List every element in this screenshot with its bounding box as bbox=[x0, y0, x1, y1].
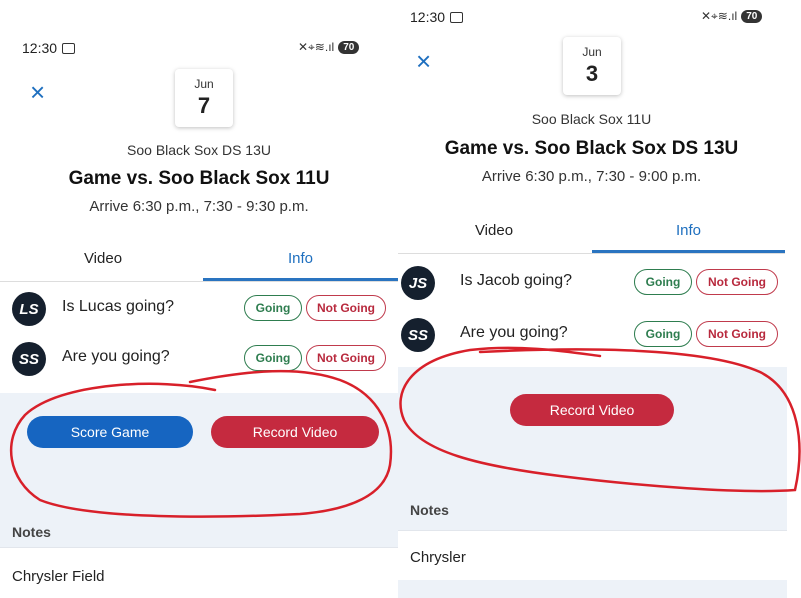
actions-area: Score Game Record Video Notes bbox=[0, 393, 398, 547]
tab-divider bbox=[398, 253, 785, 254]
avatar: SS bbox=[12, 342, 46, 376]
screenshot-icon bbox=[450, 12, 464, 23]
date-day: 3 bbox=[585, 61, 599, 86]
signal-wifi-icons: ✕⌖≋.ıl bbox=[298, 40, 335, 54]
rsvp-row: LS Is Lucas going? Going Not Going bbox=[0, 286, 398, 330]
status-icons: ✕⌖≋.ıl 70 bbox=[298, 40, 360, 55]
tab-bar: Video Info bbox=[398, 210, 801, 254]
status-icons: ✕⌖≋.ıl 70 bbox=[701, 9, 763, 24]
not-going-button[interactable]: Not Going bbox=[696, 269, 778, 295]
rsvp-row: SS Are you going? Going Not Going bbox=[0, 336, 398, 380]
event-time: Arrive 6:30 p.m., 7:30 - 9:30 p.m. bbox=[89, 198, 309, 215]
avatar: JS bbox=[401, 266, 435, 300]
rsvp-question: Is Lucas going? bbox=[62, 298, 175, 315]
going-button[interactable]: Going bbox=[634, 269, 692, 295]
tab-video[interactable]: Video bbox=[398, 210, 590, 250]
rsvp-question: Are you going? bbox=[460, 324, 568, 341]
notes-label: Notes bbox=[12, 524, 51, 540]
not-going-button[interactable]: Not Going bbox=[306, 295, 386, 321]
notes-row: Chrysler Field bbox=[0, 547, 398, 598]
date-month: Jun bbox=[194, 77, 214, 91]
date-card: Jun 7 bbox=[175, 69, 233, 127]
tab-video[interactable]: Video bbox=[8, 238, 198, 278]
notes-row: Chrysler bbox=[398, 530, 787, 581]
right-screenshot: 12:30 ✕⌖≋.ıl 70 × Jun 3 Soo Black Sox 11… bbox=[398, 0, 801, 598]
event-time: Arrive 6:30 p.m., 7:30 - 9:00 p.m. bbox=[481, 168, 702, 185]
not-going-button[interactable]: Not Going bbox=[306, 345, 386, 371]
score-game-button[interactable]: Score Game bbox=[27, 416, 193, 448]
screenshot-icon bbox=[62, 43, 76, 54]
going-button[interactable]: Going bbox=[244, 295, 302, 321]
status-time: 12:30 bbox=[22, 40, 76, 56]
status-time: 12:30 bbox=[410, 9, 464, 25]
date-day: 7 bbox=[197, 93, 211, 118]
going-button[interactable]: Going bbox=[634, 321, 692, 347]
event-title: Game vs. Soo Black Sox 11U bbox=[68, 168, 330, 189]
close-icon[interactable]: × bbox=[416, 48, 431, 74]
actions-area: Record Video Notes bbox=[398, 367, 787, 530]
battery-icon: 70 bbox=[338, 41, 360, 54]
avatar: SS bbox=[401, 318, 435, 352]
record-video-button[interactable]: Record Video bbox=[510, 394, 674, 426]
tab-info[interactable]: Info bbox=[592, 210, 785, 253]
rsvp-question: Is Jacob going? bbox=[460, 272, 573, 289]
tab-bar: Video Info bbox=[0, 238, 398, 282]
signal-wifi-icons: ✕⌖≋.ıl bbox=[701, 9, 738, 23]
event-team: Soo Black Sox 11U bbox=[531, 111, 652, 127]
not-going-button[interactable]: Not Going bbox=[696, 321, 778, 347]
close-icon[interactable]: × bbox=[30, 79, 45, 105]
notes-text: Chrysler Field bbox=[12, 568, 105, 585]
date-card: Jun 3 bbox=[563, 37, 621, 95]
tab-info[interactable]: Info bbox=[203, 238, 398, 281]
going-button[interactable]: Going bbox=[244, 345, 302, 371]
rsvp-row: SS Are you going? Going Not Going bbox=[398, 312, 801, 356]
battery-icon: 70 bbox=[741, 10, 763, 23]
rsvp-row: JS Is Jacob going? Going Not Going bbox=[398, 260, 801, 304]
left-screenshot: 12:30 ✕⌖≋.ıl 70 × Jun 7 Soo Black Sox DS… bbox=[0, 0, 398, 598]
event-title: Game vs. Soo Black Sox DS 13U bbox=[444, 138, 739, 159]
tab-divider bbox=[0, 281, 398, 282]
record-video-button[interactable]: Record Video bbox=[211, 416, 379, 448]
notes-label: Notes bbox=[410, 502, 449, 518]
bottom-area bbox=[398, 580, 787, 598]
avatar: LS bbox=[12, 292, 46, 326]
event-team: Soo Black Sox DS 13U bbox=[127, 142, 271, 158]
notes-text: Chrysler bbox=[410, 549, 466, 566]
rsvp-question: Are you going? bbox=[62, 348, 170, 365]
date-month: Jun bbox=[582, 45, 602, 59]
